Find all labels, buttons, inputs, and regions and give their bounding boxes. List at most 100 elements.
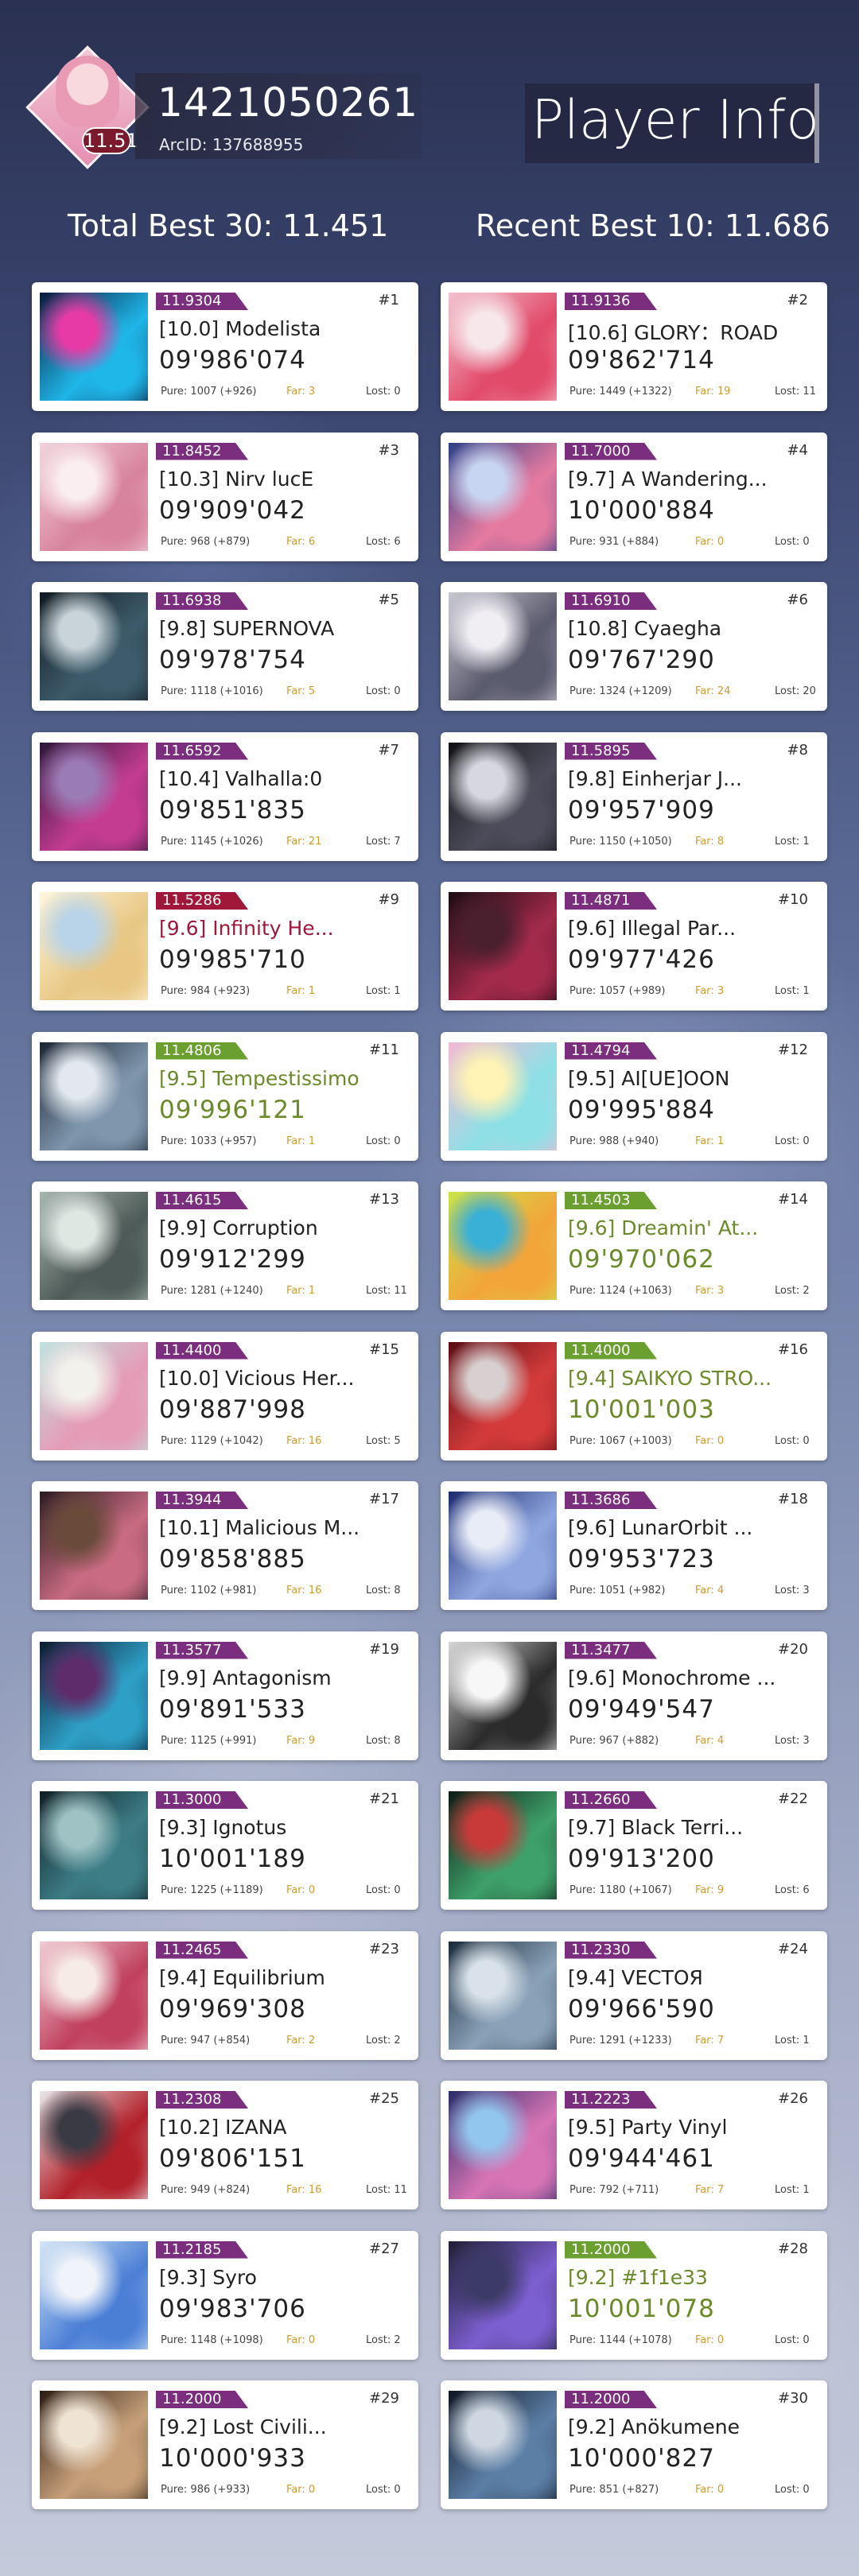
pure-count: Pure: 1449 (+1322) <box>569 386 672 398</box>
record-card[interactable]: 11.5286 #9 [9.6] Infinity He... 09'985'710 P… <box>32 882 418 1011</box>
pure-count: Pure: 968 (+879) <box>161 535 251 548</box>
record-card[interactable]: 11.8452 #3 [10.3] Nirv lucE 09'909'042 Pure:… <box>32 432 418 561</box>
record-rank: #29 <box>369 2390 399 2407</box>
song-jacket <box>40 1492 148 1600</box>
total-best-30: Total Best 30: 11.451 <box>68 208 389 243</box>
record-rank: #28 <box>778 2240 808 2257</box>
record-rank: #22 <box>778 1790 808 1807</box>
far-count: Far: 21 <box>286 835 322 848</box>
play-rating-tag: 11.9136 <box>565 293 657 310</box>
record-card[interactable]: 11.4503 #14 [9.6] Dreamin' At... 09'970'062… <box>441 1181 827 1310</box>
record-card[interactable]: 11.2000 #30 [9.2] Anökumene 10'000'827 Pure:… <box>441 2380 827 2509</box>
play-rating-tag: 11.4503 <box>565 1192 657 1209</box>
song-title: [9.7] Black Terri... <box>568 1816 744 1839</box>
record-card[interactable]: 11.2465 #23 [9.4] Equilibrium 09'969'308 Pur… <box>32 1930 418 2060</box>
record-card[interactable]: 11.4615 #13 [9.9] Corruption 09'912'299 Pure… <box>32 1181 418 1310</box>
record-rank: #25 <box>369 2090 399 2107</box>
far-count: Far: 0 <box>286 2484 316 2496</box>
lost-count: Lost: 7 <box>366 835 401 848</box>
play-rating-tag: 11.2000 <box>156 2391 248 2408</box>
score: 10'001'003 <box>568 1395 715 1424</box>
song-title: [9.2] #1f1e33 <box>568 2265 708 2289</box>
score: 09'767'290 <box>568 646 715 674</box>
record-card[interactable]: 11.4000 #16 [9.4] SAIKYO STRO... 10'001'003… <box>441 1331 827 1461</box>
song-jacket <box>40 1341 148 1450</box>
song-jacket <box>40 442 148 551</box>
record-card[interactable]: 11.9136 #2 [10.6] GLORY：ROAD 09'862'714 Pure… <box>441 282 827 411</box>
score: 09'909'042 <box>159 495 306 525</box>
song-jacket <box>449 1341 557 1450</box>
score: 09'978'754 <box>159 646 306 674</box>
far-count: Far: 1 <box>286 985 316 997</box>
avatar <box>56 56 119 127</box>
song-title: [9.9] Corruption <box>159 1216 318 1240</box>
song-jacket <box>40 592 148 700</box>
record-card[interactable]: 11.2660 #22 [9.7] Black Terri... 09'913'200… <box>441 1781 827 1910</box>
record-card[interactable]: 11.2308 #25 [10.2] IZANA 09'806'151 Pure: 94… <box>32 2081 418 2209</box>
pure-count: Pure: 1148 (+1098) <box>161 2334 263 2346</box>
lost-count: Lost: 11 <box>366 1285 407 1297</box>
score: 10'000'884 <box>568 495 715 525</box>
score: 09'891'533 <box>159 1694 306 1724</box>
far-count: Far: 6 <box>286 535 316 548</box>
record-card[interactable]: 11.9304 #1 [10.0] Modelista 09'986'074 Pure:… <box>32 282 418 411</box>
record-card[interactable]: 11.5895 #8 [9.8] Einherjar J... 09'957'909 P… <box>441 731 827 861</box>
record-card[interactable]: 11.6592 #7 [10.4] Valhalla:0 09'851'835 Pure… <box>32 731 418 861</box>
record-rank: #12 <box>778 1041 808 1058</box>
record-card[interactable]: 11.4400 #15 [10.0] Vicious Her... 09'887'99… <box>32 1331 418 1461</box>
lost-count: Lost: 11 <box>775 386 816 398</box>
lost-count: Lost: 5 <box>366 1434 401 1447</box>
score: 09'985'710 <box>159 945 306 974</box>
score: 09'970'062 <box>568 1245 715 1274</box>
record-card[interactable]: 11.4871 #10 [9.6] Illegal Par... 09'977'426… <box>441 882 827 1011</box>
user-code: 1421050261 <box>157 80 419 126</box>
pure-count: Pure: 1150 (+1050) <box>569 835 672 848</box>
play-rating-tag: 11.3477 <box>565 1641 657 1659</box>
score: 09'949'547 <box>568 1694 715 1724</box>
lost-count: Lost: 2 <box>366 2034 401 2046</box>
score: 09'953'723 <box>568 1545 715 1573</box>
record-rank: #1 <box>378 292 399 308</box>
lost-count: Lost: 2 <box>775 1285 810 1297</box>
record-card[interactable]: 11.3944 #17 [10.1] Malicious M... 09'858'88… <box>32 1481 418 1610</box>
lost-count: Lost: 0 <box>775 2334 810 2346</box>
score: 10'001'078 <box>568 2294 715 2323</box>
record-card[interactable]: 11.2000 #29 [9.2] Lost Civili... 10'000'933… <box>32 2380 418 2509</box>
score: 09'977'426 <box>568 945 715 974</box>
score: 09'806'151 <box>159 2144 306 2173</box>
song-title: [9.5] AI[UE]OON <box>568 1066 730 1090</box>
song-jacket <box>449 2240 557 2349</box>
record-card[interactable]: 11.2000 #28 [9.2] #1f1e33 10'001'078 Pure: 1… <box>441 2230 827 2360</box>
lost-count: Lost: 1 <box>366 985 401 997</box>
song-title: [9.6] Illegal Par... <box>568 917 737 940</box>
song-jacket <box>449 742 557 851</box>
far-count: Far: 24 <box>695 685 731 697</box>
score: 09'851'835 <box>159 795 306 824</box>
record-card[interactable]: 11.3577 #19 [9.9] Antagonism 09'891'533 Pure… <box>32 1631 418 1760</box>
far-count: Far: 0 <box>695 1434 725 1447</box>
record-card[interactable]: 11.2223 #26 [9.5] Party Vinyl 09'944'461 Pur… <box>441 2081 827 2209</box>
play-rating-tag: 11.2465 <box>156 1941 248 1959</box>
record-card[interactable]: 11.3000 #21 [9.3] Ignotus 10'001'189 Pure: 1… <box>32 1781 418 1910</box>
song-jacket <box>40 742 148 851</box>
record-card[interactable]: 11.6910 #6 [10.8] Cyaegha 09'767'290 Pure: 1… <box>441 582 827 711</box>
record-card[interactable]: 11.3686 #18 [9.6] LunarOrbit ... 09'953'723… <box>441 1481 827 1610</box>
lost-count: Lost: 3 <box>775 1734 810 1747</box>
far-count: Far: 5 <box>286 685 316 697</box>
lost-count: Lost: 11 <box>366 2184 407 2196</box>
record-card[interactable]: 11.7000 #4 [9.7] A Wandering... 10'000'884 P… <box>441 432 827 561</box>
record-card[interactable]: 11.2185 #27 [9.3] Syro 09'983'706 Pure: 1148… <box>32 2230 418 2360</box>
record-card[interactable]: 11.4806 #11 [9.5] Tempestissimo 09'996'121 P… <box>32 1031 418 1161</box>
record-card[interactable]: 11.4794 #12 [9.5] AI[UE]OON 09'995'884 Pure:… <box>441 1031 827 1161</box>
pure-count: Pure: 1118 (+1016) <box>161 685 263 697</box>
record-card[interactable]: 11.6938 #5 [9.8] SUPERNOVA 09'978'754 Pure: … <box>32 582 418 711</box>
record-card[interactable]: 11.3477 #20 [9.6] Monochrome ... 09'949'547… <box>441 1631 827 1760</box>
pure-count: Pure: 1145 (+1026) <box>161 835 263 848</box>
song-jacket <box>40 1641 148 1750</box>
song-title: [9.8] SUPERNOVA <box>159 617 335 640</box>
record-card[interactable]: 11.2330 #24 [9.4] VECTOЯ 09'966'590 Pure: 12… <box>441 1930 827 2060</box>
song-jacket <box>449 1192 557 1300</box>
pure-count: Pure: 1180 (+1067) <box>569 1884 672 1896</box>
record-rank: #7 <box>378 741 399 758</box>
song-title: [9.4] SAIKYO STRO... <box>568 1366 772 1390</box>
